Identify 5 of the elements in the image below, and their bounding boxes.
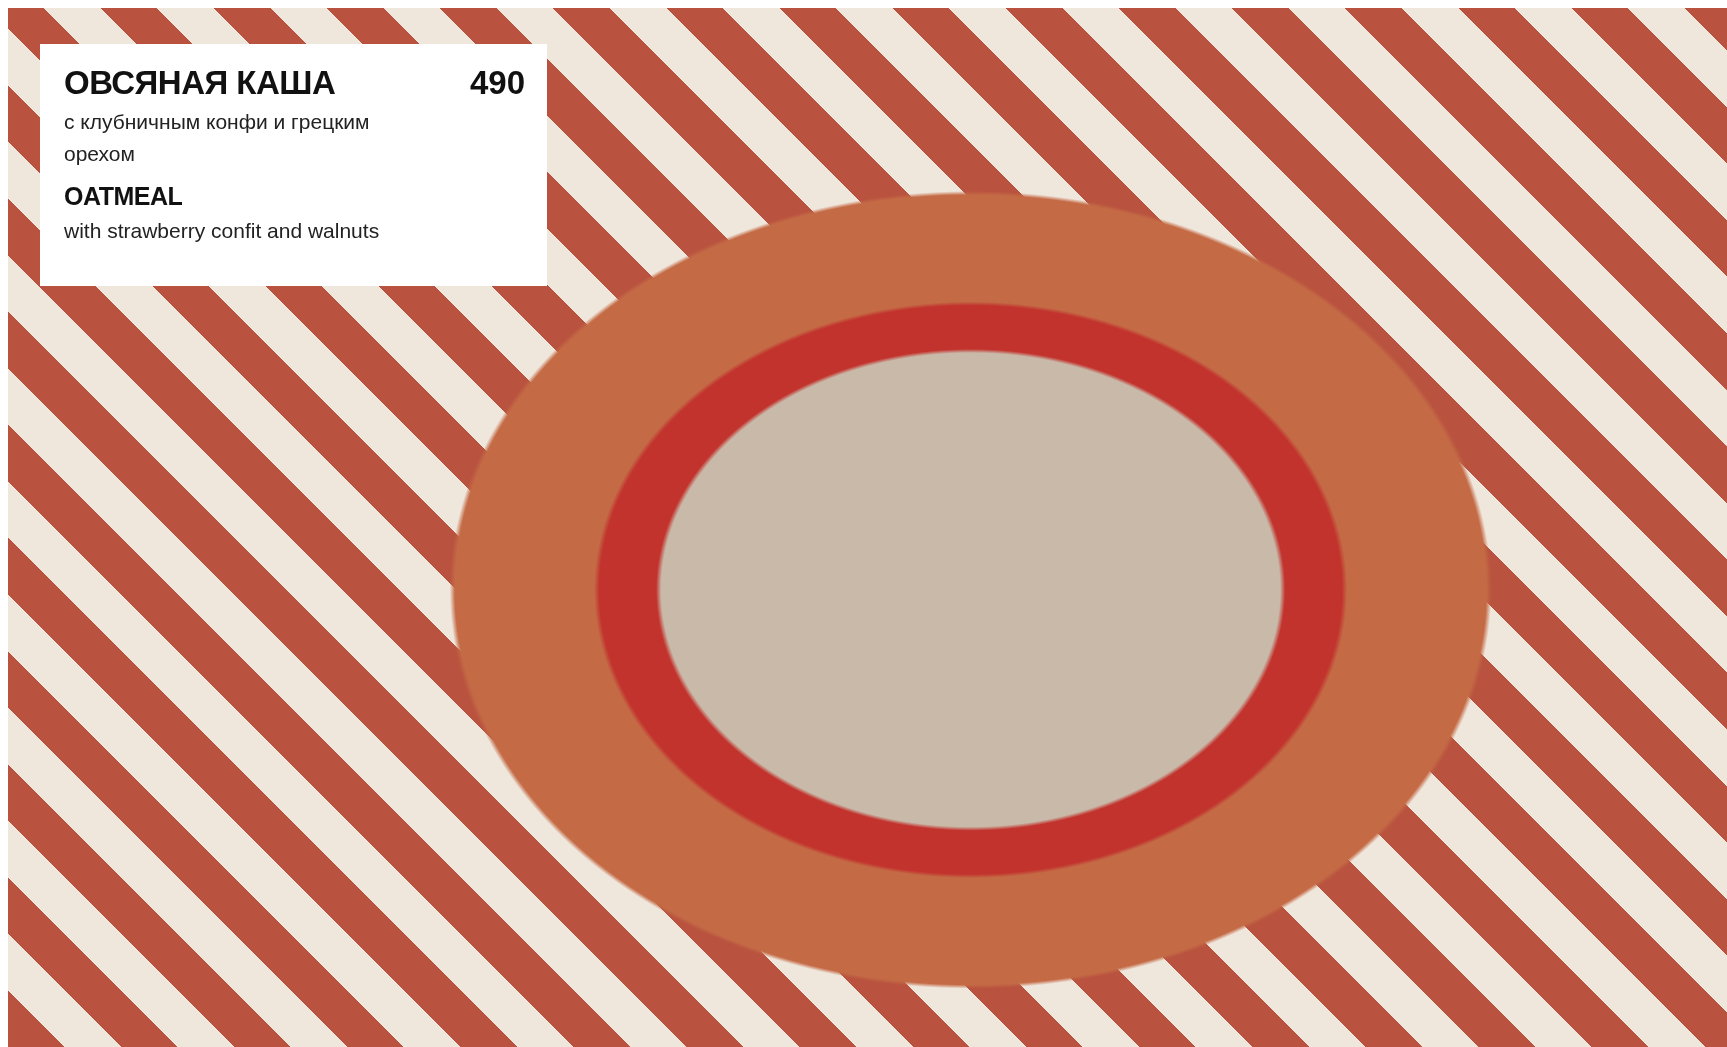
dish-description-english: with strawberry confit and walnuts — [64, 218, 380, 244]
dish-title: ОВСЯНАЯ КАША — [64, 64, 336, 102]
dish-description: с клубничным конфи и грецким орехом — [64, 109, 371, 167]
dish-price: 490 — [469, 64, 525, 102]
dish-title-english: OATMEAL — [64, 182, 183, 211]
